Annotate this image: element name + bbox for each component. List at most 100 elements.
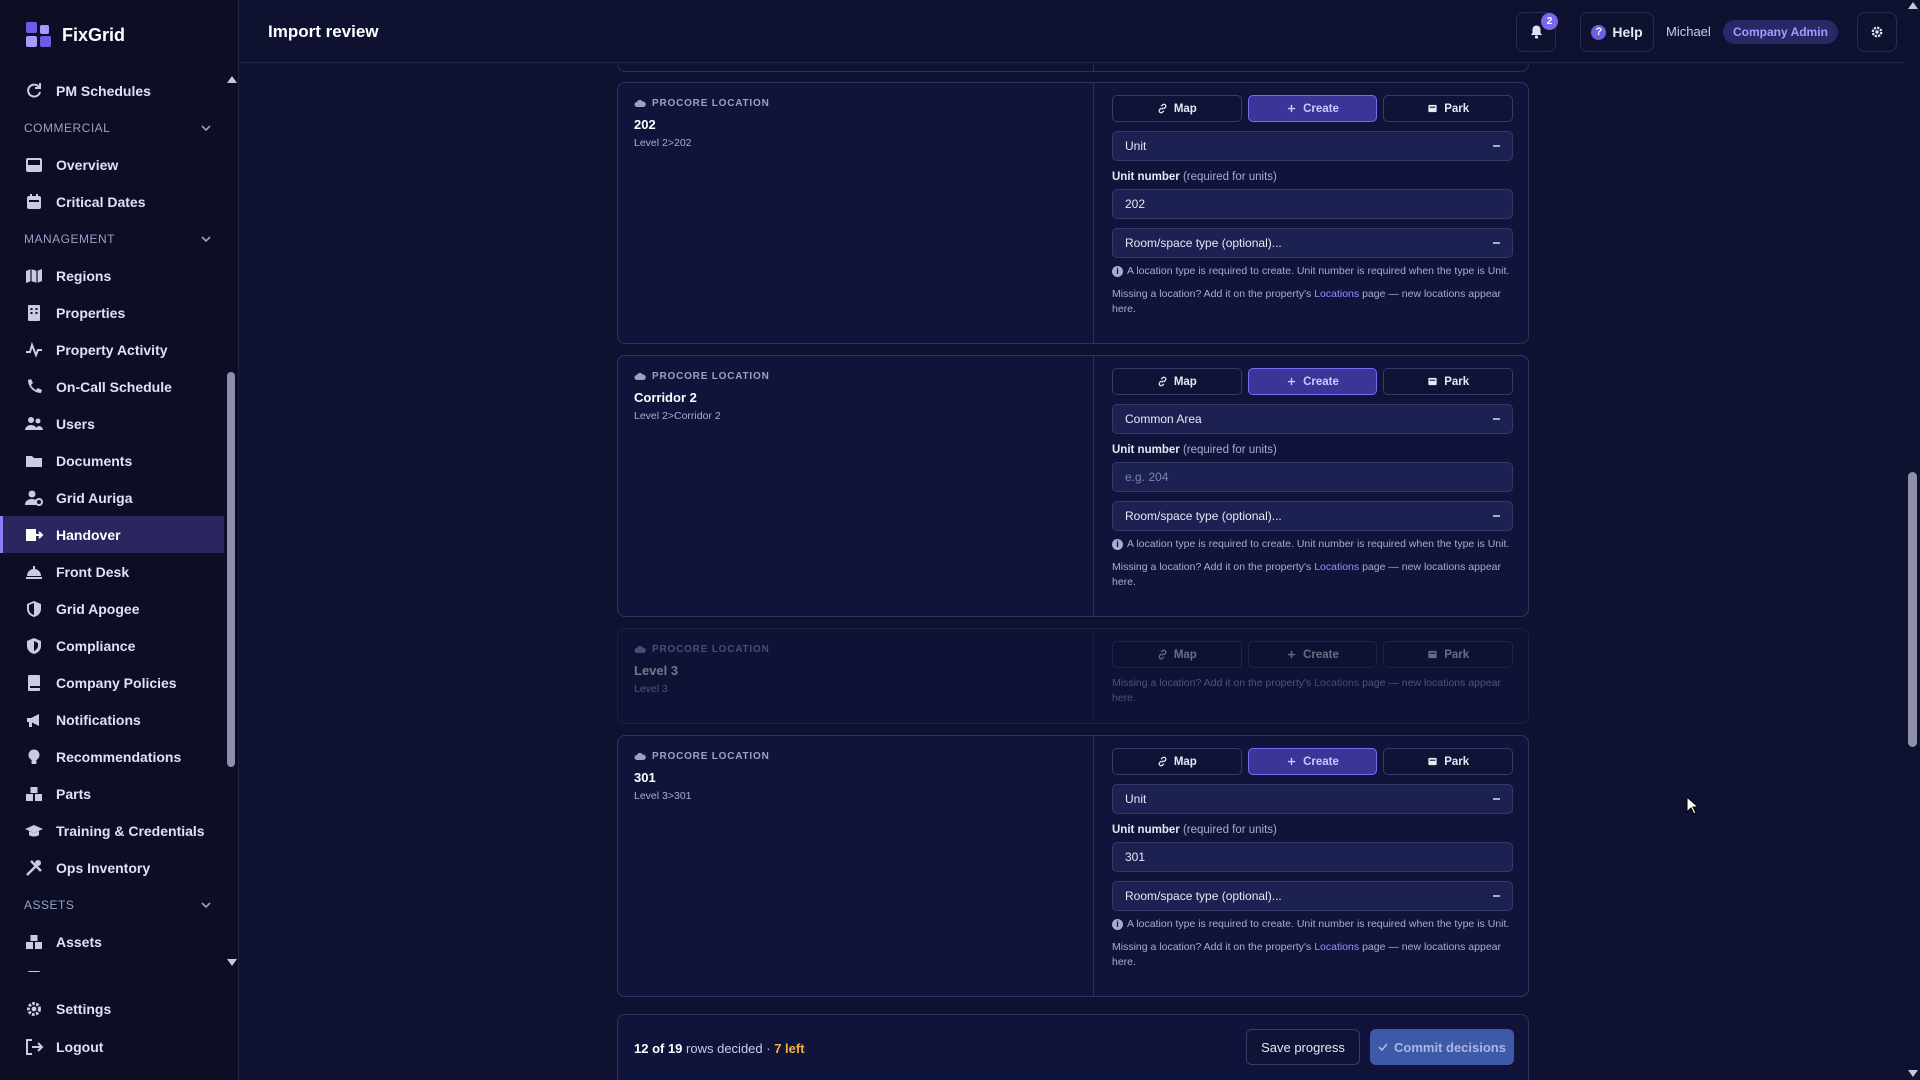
create-label: Create xyxy=(1303,375,1339,388)
link-icon xyxy=(1157,103,1168,114)
map-button[interactable]: Map xyxy=(1112,95,1242,122)
location-type-select[interactable]: Common Area xyxy=(1112,404,1513,434)
sidebar-item-equipment-manuals[interactable]: Equipment Manuals xyxy=(0,960,224,972)
map-button[interactable]: Map xyxy=(1112,641,1242,668)
brand[interactable]: FixGrid xyxy=(26,22,125,48)
scroll-up-icon[interactable] xyxy=(1908,2,1918,9)
sidebar-item-recommendations[interactable]: Recommendations xyxy=(0,738,224,775)
sidebar-item-properties[interactable]: Properties xyxy=(0,294,224,331)
main-scrollbar[interactable] xyxy=(1906,0,1920,1080)
settings-button[interactable] xyxy=(1857,12,1897,52)
sidebar-item-training-and-credentials[interactable]: Training & Credentials xyxy=(0,812,224,849)
room-type-placeholder: Room/space type (optional)... xyxy=(1125,236,1282,250)
sidebar-item-regions[interactable]: Regions xyxy=(0,257,224,294)
locations-link[interactable]: Locations xyxy=(1314,677,1359,689)
sidebar-item-label: Users xyxy=(56,415,95,432)
sidebar-scrollbar[interactable] xyxy=(224,72,238,972)
park-button[interactable]: Park xyxy=(1383,748,1514,775)
nav-section-assets[interactable]: ASSETS xyxy=(0,886,224,923)
chevron-down-icon xyxy=(200,233,212,245)
locations-link[interactable]: Locations xyxy=(1314,288,1359,300)
handover-icon xyxy=(24,525,44,545)
location-path: Level 3>301 xyxy=(634,790,692,802)
sidebar-scroll-thumb[interactable] xyxy=(227,372,235,767)
create-button[interactable]: Create xyxy=(1247,748,1378,775)
sidebar-item-company-policies[interactable]: Company Policies xyxy=(0,664,224,701)
park-button[interactable]: Park xyxy=(1383,368,1514,395)
validation-info-text: A location type is required to create. U… xyxy=(1127,265,1510,277)
sidebar-item-overview[interactable]: Overview xyxy=(0,146,224,183)
main-scroll-thumb[interactable] xyxy=(1908,472,1917,747)
source-location: PROCORE LOCATION Level 3 Level 3 xyxy=(618,629,1094,723)
archive-icon xyxy=(1427,376,1438,387)
create-button[interactable]: Create xyxy=(1247,641,1378,668)
sidebar-item-property-activity[interactable]: Property Activity xyxy=(0,331,224,368)
review-row: PROCORE LOCATION Corridor 2 Level 2>Corrid… xyxy=(617,355,1529,617)
sidebar-item-ops-inventory[interactable]: Ops Inventory xyxy=(0,849,224,886)
park-label: Park xyxy=(1444,648,1470,661)
sidebar-item-front-desk[interactable]: Front Desk xyxy=(0,553,224,590)
sidebar-item-critical-dates[interactable]: Critical Dates xyxy=(0,183,224,220)
nav-section-commercial[interactable]: COMMERCIAL xyxy=(0,109,224,146)
validation-info-text: A location type is required to create. U… xyxy=(1127,538,1510,550)
scroll-down-icon[interactable] xyxy=(1908,1070,1918,1077)
map-label: Map xyxy=(1173,648,1197,661)
sidebar-item-assets[interactable]: Assets xyxy=(0,923,224,960)
sidebar-item-parts[interactable]: Parts xyxy=(0,775,224,812)
source-location: PROCORE LOCATION 202 Level 2>202 xyxy=(618,83,1094,343)
sidebar-item-grid-auriga[interactable]: Grid Auriga xyxy=(0,479,224,516)
location-path: Level 2>202 xyxy=(634,137,692,149)
map-button[interactable]: Map xyxy=(1112,368,1242,395)
unit-number-input[interactable]: 301 xyxy=(1112,842,1513,872)
sidebar-item-handover[interactable]: Handover xyxy=(0,516,224,553)
sidebar-item-users[interactable]: Users xyxy=(0,405,224,442)
sidebar-item-settings[interactable]: Settings xyxy=(0,990,239,1028)
dropdown-caret-icon xyxy=(1493,895,1500,897)
unit-number-label-text: Unit number xyxy=(1112,824,1180,836)
sidebar-item-label: Ops Inventory xyxy=(56,859,151,876)
link-icon xyxy=(1157,649,1168,660)
save-progress-button[interactable]: Save progress xyxy=(1246,1029,1360,1065)
unit-number-input[interactable]: 202 xyxy=(1112,189,1513,219)
user-name[interactable]: Michael xyxy=(1666,24,1711,39)
room-type-select[interactable]: Room/space type (optional)... xyxy=(1112,881,1513,911)
locations-link[interactable]: Locations xyxy=(1314,561,1359,573)
location-type-select[interactable]: Unit xyxy=(1112,131,1513,161)
location-type-value: Unit xyxy=(1125,792,1147,806)
notifications-button[interactable]: 2 xyxy=(1516,12,1558,52)
room-type-select[interactable]: Room/space type (optional)... xyxy=(1112,228,1513,258)
sidebar-item-on-call-schedule[interactable]: On-Call Schedule xyxy=(0,368,224,405)
nav-section-management[interactable]: MANAGEMENT xyxy=(0,220,224,257)
create-button[interactable]: Create xyxy=(1247,95,1378,122)
sidebar-item-documents[interactable]: Documents xyxy=(0,442,224,479)
bell-icon xyxy=(1530,25,1542,39)
sidebar-item-label: Properties xyxy=(56,304,126,321)
sidebar-item-notifications[interactable]: Notifications xyxy=(0,701,224,738)
scroll-up-icon[interactable] xyxy=(227,76,237,83)
room-type-select[interactable]: Room/space type (optional)... xyxy=(1112,501,1513,531)
scroll-down-icon[interactable] xyxy=(227,959,237,966)
sidebar-item-grid-apogee[interactable]: Grid Apogee xyxy=(0,590,224,627)
boxes-icon xyxy=(24,784,44,804)
source-label-text: PROCORE LOCATION xyxy=(652,98,770,109)
sidebar-item-pm-schedules[interactable]: PM Schedules xyxy=(0,72,224,109)
help-button[interactable]: ? Help xyxy=(1580,12,1654,52)
commit-decisions-button[interactable]: Commit decisions xyxy=(1370,1029,1514,1065)
sidebar-item-label: Settings xyxy=(56,1001,112,1017)
locations-link[interactable]: Locations xyxy=(1314,941,1359,953)
map-label: Map xyxy=(1173,755,1197,768)
page-title: Import review xyxy=(268,22,379,41)
sidebar-item-logout[interactable]: Logout xyxy=(0,1028,239,1066)
park-button[interactable]: Park xyxy=(1383,95,1514,122)
park-button[interactable]: Park xyxy=(1383,641,1514,668)
validation-info: i A location type is required to create. … xyxy=(1112,265,1513,277)
fixgrid-logo-icon xyxy=(26,22,51,47)
sidebar-item-label: Logout xyxy=(56,1039,104,1055)
location-type-select[interactable]: Unit xyxy=(1112,784,1513,814)
validation-info-text: A location type is required to create. U… xyxy=(1127,918,1510,930)
map-button[interactable]: Map xyxy=(1112,748,1242,775)
unit-number-input[interactable]: e.g. 204 xyxy=(1112,462,1513,492)
sidebar-item-compliance[interactable]: Compliance xyxy=(0,627,224,664)
cloud-icon xyxy=(634,752,646,761)
create-button[interactable]: Create xyxy=(1247,368,1378,395)
